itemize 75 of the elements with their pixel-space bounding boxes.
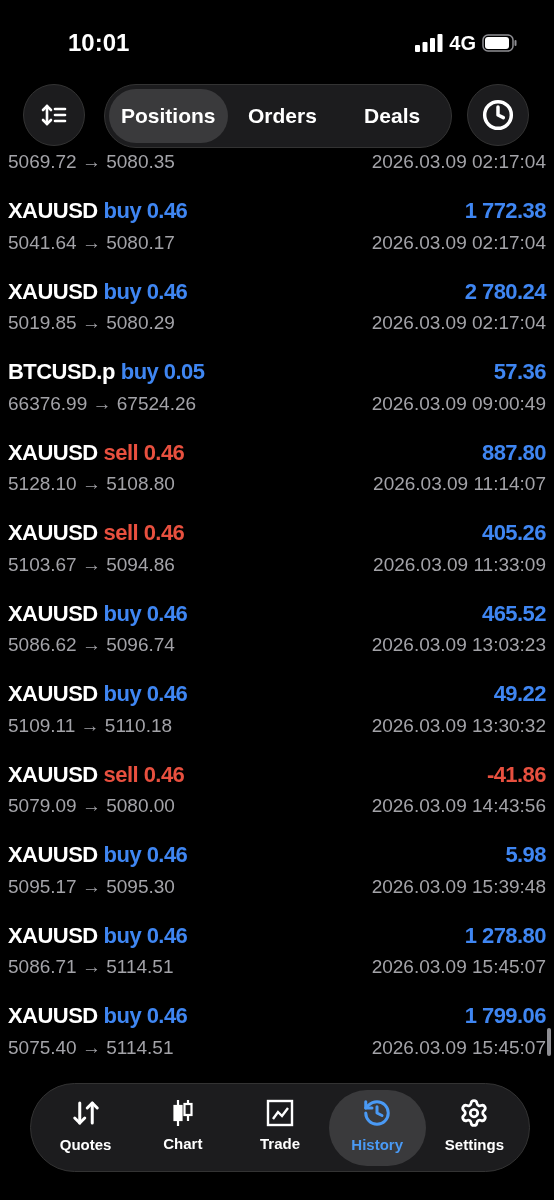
battery-icon xyxy=(482,34,518,52)
tab-bar-item[interactable]: Trade xyxy=(231,1089,329,1166)
price-range: 5019.85 → 5080.29 xyxy=(8,311,175,335)
profit: 57.36 xyxy=(493,358,546,387)
trade-side: buy 0.46 xyxy=(103,921,188,950)
profit: 2 780.24 xyxy=(464,277,546,306)
clock-time: 10:01 xyxy=(68,28,130,58)
price-range: 5103.67 → 5094.86 xyxy=(8,552,175,577)
symbol: XAUUSD xyxy=(8,438,98,467)
symbol: BTCUSD.p xyxy=(8,358,115,387)
scrollbar xyxy=(547,1028,551,1056)
deal-time: 2026.03.09 13:30:32 xyxy=(371,713,546,738)
trade-side: buy 0.46 xyxy=(103,197,188,226)
network-type: 4G xyxy=(449,31,476,56)
trade-side: sell 0.46 xyxy=(103,519,185,548)
price-range: 5086.62 → 5096.74 xyxy=(8,633,175,657)
deal-time: 2026.03.09 15:39:48 xyxy=(371,874,546,899)
deal-time: 2026.03.09 02:17:04 xyxy=(371,150,546,174)
trade-side: buy 0.46 xyxy=(103,680,188,709)
symbol: XAUUSD xyxy=(8,680,98,709)
profit: 49.22 xyxy=(493,680,546,709)
deal-time: 2026.03.09 13:03:23 xyxy=(371,633,546,657)
trade-side: buy 0.46 xyxy=(103,1002,188,1031)
deal-time: 2026.03.09 15:45:07 xyxy=(371,1035,546,1060)
segment-tab[interactable]: Deals xyxy=(337,89,447,143)
symbol: XAUUSD xyxy=(8,277,98,306)
history-icon xyxy=(362,1098,393,1129)
trade-side: sell 0.46 xyxy=(103,438,185,467)
tab-bar-item[interactable]: Quotes xyxy=(37,1089,135,1166)
profit: -41.86 xyxy=(486,760,546,789)
trade-side: buy 0.46 xyxy=(103,841,188,870)
deal-time: 2026.03.09 15:45:07 xyxy=(371,955,546,979)
deal-time: 2026.03.09 14:43:56 xyxy=(371,794,546,818)
symbol: XAUUSD xyxy=(8,519,98,548)
trade-side: sell 0.46 xyxy=(103,760,185,789)
deal-time: 2026.03.09 11:14:07 xyxy=(373,472,546,496)
trade-side: buy 0.05 xyxy=(120,358,205,387)
symbol: XAUUSD xyxy=(8,921,98,950)
price-range: 5095.17 → 5095.30 xyxy=(8,874,175,899)
segment-tab[interactable]: Positions xyxy=(109,89,228,143)
tab-bar-item[interactable]: History xyxy=(328,1089,426,1166)
symbol: XAUUSD xyxy=(8,599,98,628)
deal-time: 2026.03.09 02:17:04 xyxy=(371,230,546,255)
profit: 465.52 xyxy=(482,599,546,628)
deal-time: 2026.03.09 02:17:04 xyxy=(371,311,546,335)
settings-icon xyxy=(459,1098,490,1129)
profit: 887.80 xyxy=(482,438,546,467)
profit: 1 772.38 xyxy=(464,197,546,226)
profit: 5.98 xyxy=(505,841,546,870)
price-range: 5069.72 → 5080.35 xyxy=(8,150,175,174)
clock-icon xyxy=(482,99,514,131)
symbol: XAUUSD xyxy=(8,197,98,226)
price-range: 5041.64 → 5080.17 xyxy=(8,230,175,255)
deal-time: 2026.03.09 09:00:49 xyxy=(371,391,546,416)
tab-bar-item[interactable]: Settings xyxy=(425,1089,523,1166)
sort-icon xyxy=(41,103,67,127)
trade-side: buy 0.46 xyxy=(103,277,188,306)
symbol: XAUUSD xyxy=(8,841,98,870)
tab-bar-item[interactable]: Chart xyxy=(134,1089,232,1166)
price-range: 5086.71 → 5114.51 xyxy=(8,955,174,979)
price-range: 66376.99 → 67524.26 xyxy=(8,391,197,416)
segment-tab[interactable]: Orders xyxy=(227,89,338,143)
price-range: 5079.09 → 5080.00 xyxy=(8,794,175,818)
line-chart-icon xyxy=(266,1099,294,1128)
profit: 1 799.06 xyxy=(464,1002,546,1031)
price-range: 5075.40 → 5114.51 xyxy=(8,1035,174,1060)
price-range: 5109.11 → 5110.18 xyxy=(8,713,173,738)
deal-time: 2026.03.09 11:33:09 xyxy=(373,552,546,577)
profit: 405.26 xyxy=(482,519,546,548)
profit: 1 278.80 xyxy=(464,921,546,950)
symbol: XAUUSD xyxy=(8,1002,98,1031)
trade-side: buy 0.46 xyxy=(103,599,188,628)
price-range: 5128.10 → 5108.80 xyxy=(8,472,175,496)
signal-icon xyxy=(415,34,444,52)
symbol: XAUUSD xyxy=(8,760,98,789)
